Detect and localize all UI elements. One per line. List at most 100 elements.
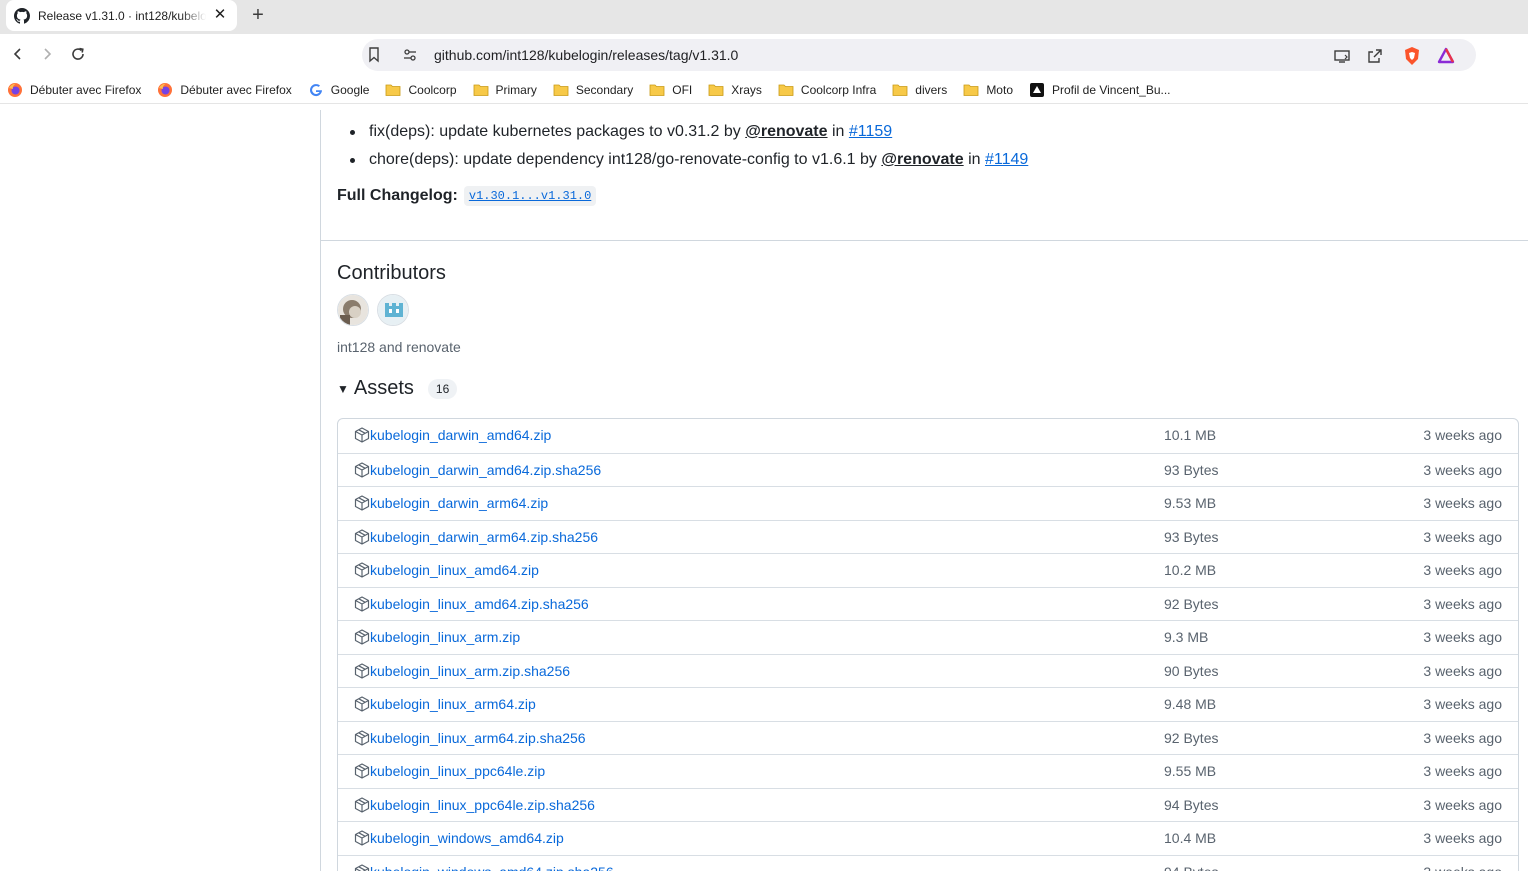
bookmark-item[interactable]: Google [308,82,370,98]
github-icon [14,7,30,24]
asset-date: 3 weeks ago [1423,763,1502,779]
package-icon [354,427,370,443]
asset-name-link[interactable]: kubelogin_linux_arm.zip.sha256 [370,663,570,679]
bookmark-item[interactable]: Secondary [553,82,633,98]
author-link[interactable]: @renovate [745,123,827,140]
asset-row: kubelogin_linux_ppc64le.zip.sha256 94 Byt… [338,787,1518,822]
site-info-icon[interactable] [402,47,418,63]
asset-row: kubelogin_linux_arm.zip.sha256 90 Bytes 3 … [338,653,1518,688]
divider [321,240,1528,241]
bookmark-label: Xrays [731,82,762,97]
bookmark-label: Débuter avec Firefox [180,82,292,97]
asset-row: kubelogin_darwin_amd64.zip.sha256 93 Byte… [338,452,1518,487]
asset-size: 93 Bytes [1164,461,1219,478]
bookmark-label: Moto [986,82,1013,97]
asset-size: 92 Bytes [1164,595,1219,612]
asset-date: 3 weeks ago [1423,796,1502,813]
address-bar[interactable]: github.com/int128/kubelogin/releases/tag… [362,39,1476,71]
package-icon [354,863,370,871]
asset-name-link[interactable]: kubelogin_linux_arm64.zip [370,696,536,712]
asset-row: kubelogin_windows_amd64.zip.sha256 94 Byt… [338,854,1518,871]
package-icon [354,729,370,746]
asset-name-link[interactable]: kubelogin_linux_arm64.zip.sha256 [370,730,586,746]
bookmark-item[interactable]: divers [892,82,947,98]
author-link[interactable]: @renovate [881,151,963,168]
bookmark-label: Coolcorp Infra [800,82,877,97]
asset-name-link[interactable]: kubelogin_darwin_amd64.zip [370,427,551,443]
asset-name-link[interactable]: kubelogin_linux_ppc64le.zip [370,763,545,779]
asset-date: 3 weeks ago [1423,562,1502,578]
asset-name-link[interactable]: kubelogin_windows_amd64.zip.sha256 [370,864,614,871]
bookmark-item[interactable]: Xrays [708,82,762,98]
asset-row: kubelogin_linux_arm64.zip 9.48 MB 3 weeks … [338,687,1518,721]
asset-name-link[interactable]: kubelogin_darwin_arm64.zip.sha256 [370,529,598,545]
asset-name-link[interactable]: kubelogin_darwin_amd64.zip.sha256 [370,462,601,478]
asset-date: 3 weeks ago [1423,830,1502,846]
asset-name-link[interactable]: kubelogin_darwin_arm64.zip [370,495,548,511]
bookmark-item[interactable]: Profil de Vincent_Bu... [1029,82,1171,98]
package-icon [354,562,370,578]
share-icon[interactable] [1365,46,1385,66]
asset-name-link[interactable]: kubelogin_linux_amd64.zip.sha256 [370,596,589,612]
asset-size: 94 Bytes [1164,864,1218,871]
bookmark-icon[interactable] [365,46,383,64]
package-icon [354,629,370,645]
google-icon [308,82,324,98]
list-item: chore(deps): update dependency int128/go… [337,146,1028,174]
new-tab-icon[interactable]: + [248,4,268,26]
close-tab-icon[interactable]: ✕ [212,7,228,23]
pr-link[interactable]: #1159 [849,123,892,140]
asset-size: 90 Bytes [1164,662,1219,679]
asset-name-link[interactable]: kubelogin_linux_arm.zip [370,629,520,645]
bookmark-item[interactable]: Débuter avec Firefox [157,82,292,98]
package-icon [354,696,370,712]
back-icon[interactable] [7,43,29,65]
browser-tab[interactable]: Release v1.31.0 · int128/kubelogin ✕ [6,0,237,31]
browser-toolbar: github.com/int128/kubelogin/releases/tag… [0,34,1528,76]
bookmark-label: Google [330,82,370,97]
full-changelog: Full Changelog: v1.30.1...v1.31.0 [337,186,597,206]
assets-count-badge: 16 [427,378,458,399]
bookmark-item[interactable]: OFI [649,82,692,98]
bookmark-item[interactable]: Moto [963,82,1013,98]
change-in: in [963,151,985,168]
forward-icon[interactable] [36,43,58,65]
folder-icon [649,82,665,98]
package-icon [354,763,370,779]
avatar-int128[interactable] [337,294,369,326]
asset-name-link[interactable]: kubelogin_linux_amd64.zip [370,562,539,578]
asset-row: kubelogin_windows_amd64.zip 10.4 MB 3 week… [338,821,1518,855]
asset-row: kubelogin_linux_ppc64le.zip 9.55 MB 3 week… [338,754,1518,788]
brave-rewards-icon[interactable] [1436,46,1456,66]
bookmark-label: Secondary [575,82,634,97]
brave-shield-icon[interactable] [1402,46,1422,66]
list-item: fix(deps): update kubernetes packages to… [337,118,1028,146]
avatar-renovate[interactable] [377,294,409,326]
asset-size: 10.2 MB [1164,562,1217,578]
asset-name-link[interactable]: kubelogin_linux_ppc64le.zip.sha256 [370,797,595,813]
bookmarks-bar: Débuter avec Firefox Débuter avec Firefox… [0,76,1528,104]
bookmark-item[interactable]: Coolcorp Infra [778,82,876,98]
asset-size: 9.53 MB [1164,495,1217,511]
package-icon [354,528,370,545]
bookmark-label: Coolcorp [408,82,457,97]
pr-link[interactable]: #1149 [985,151,1028,168]
asset-date: 3 weeks ago [1423,864,1502,871]
package-icon [354,662,370,679]
asset-row: kubelogin_darwin_arm64.zip.sha256 93 Byte… [338,519,1518,554]
bookmark-item[interactable]: Primary [473,82,537,98]
asset-date: 3 weeks ago [1423,662,1502,679]
assets-toggle[interactable]: ▼ Assets 16 [337,377,458,400]
tab-strip: Release v1.31.0 · int128/kubelogin ✕ + [0,0,1528,34]
folder-icon [473,82,489,98]
reload-icon[interactable] [67,43,89,65]
asset-name-link[interactable]: kubelogin_windows_amd64.zip [370,830,564,846]
compare-link[interactable]: v1.30.1...v1.31.0 [463,186,597,206]
url-text[interactable]: github.com/int128/kubelogin/releases/tag… [434,47,738,63]
package-icon [354,461,370,478]
change-in: in [827,123,849,140]
cast-icon[interactable] [1332,46,1352,66]
bookmark-item[interactable]: Débuter avec Firefox [7,82,141,98]
bookmark-item[interactable]: Coolcorp [385,82,457,98]
contributors-heading: Contributors [337,262,446,284]
